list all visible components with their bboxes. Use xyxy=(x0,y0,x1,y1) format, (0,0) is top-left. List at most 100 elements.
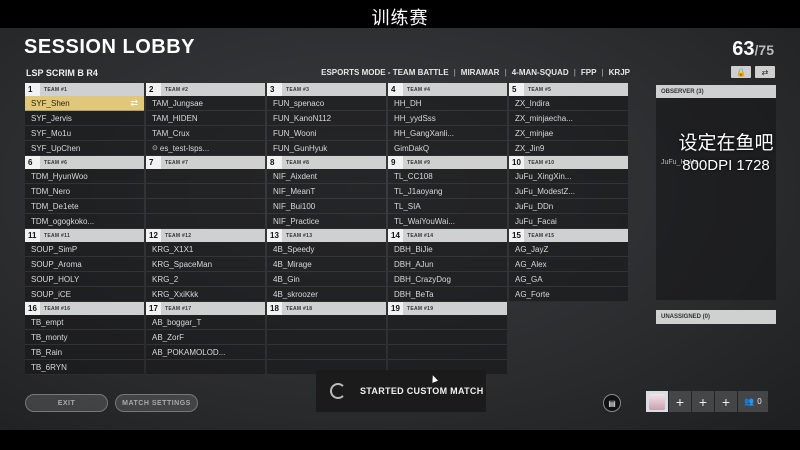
team-header[interactable]: 14 TEAM #14 xyxy=(388,229,507,242)
player-slot[interactable]: TL_SIA xyxy=(388,199,507,214)
player-slot[interactable]: SOUP_Aroma xyxy=(25,257,144,272)
player-slot[interactable]: KRG_X1X1 xyxy=(146,242,265,257)
swap-button[interactable]: ⇄ xyxy=(755,66,775,78)
player-slot[interactable]: ⊙ es_test-lsps... xyxy=(146,141,265,156)
player-slot[interactable]: SOUP_iCE xyxy=(25,287,144,302)
player-slot[interactable]: KRG_2 xyxy=(146,272,265,287)
team-header[interactable]: 7 TEAM #7 xyxy=(146,156,265,169)
player-slot[interactable]: TDM_De1ete xyxy=(25,199,144,214)
unassigned-header[interactable]: UNASSIGNED (0) xyxy=(656,310,776,324)
player-slot[interactable]: SYF_Jervis xyxy=(25,111,144,126)
player-slot[interactable]: SYF_Mo1u xyxy=(25,126,144,141)
invite-slot-button[interactable]: + xyxy=(715,391,737,412)
player-slot[interactable]: TAM_Jungsae xyxy=(146,96,265,111)
lock-button[interactable]: 🔒 xyxy=(731,66,751,78)
avatar[interactable] xyxy=(646,391,668,412)
player-slot[interactable] xyxy=(146,199,265,214)
player-slot[interactable]: JuFu_DDn xyxy=(509,199,628,214)
team-header[interactable]: 16 TEAM #16 xyxy=(25,302,144,315)
player-slot[interactable]: ZX_minjaecha... xyxy=(509,111,628,126)
player-slot[interactable]: TB_empt xyxy=(25,315,144,330)
invite-slot-button[interactable]: + xyxy=(669,391,691,412)
player-slot[interactable]: DBH_CrazyDog xyxy=(388,272,507,287)
team-header[interactable]: 6 TEAM #6 xyxy=(25,156,144,169)
player-slot[interactable]: ZX_Indira xyxy=(509,96,628,111)
team-header[interactable]: 4 TEAM #4 xyxy=(388,83,507,96)
match-settings-button[interactable]: MATCH SETTINGS xyxy=(115,394,198,412)
swap-icon[interactable]: ⇄ xyxy=(130,98,138,109)
player-slot[interactable]: 4B_Speedy xyxy=(267,242,386,257)
player-slot[interactable] xyxy=(267,345,386,360)
player-slot[interactable]: HH_GangXanli... xyxy=(388,126,507,141)
player-slot[interactable]: AG_JayZ xyxy=(509,242,628,257)
player-slot[interactable] xyxy=(267,330,386,345)
player-slot[interactable]: JuFu_XingXin... xyxy=(509,169,628,184)
player-slot[interactable]: AB_ZorF xyxy=(146,330,265,345)
player-slot[interactable]: SOUP_SimP xyxy=(25,242,144,257)
player-slot[interactable] xyxy=(146,184,265,199)
player-slot[interactable]: ZX_minjae xyxy=(509,126,628,141)
player-slot[interactable]: TB_6RYN xyxy=(25,360,144,375)
player-slot[interactable]: TDM_ogogkoko... xyxy=(25,214,144,229)
player-slot[interactable]: SYF_UpChen xyxy=(25,141,144,156)
friends-button[interactable]: 👥 0 xyxy=(738,391,768,412)
team-header[interactable]: 9 TEAM #9 xyxy=(388,156,507,169)
player-slot[interactable]: TAM_HIDEN xyxy=(146,111,265,126)
player-slot[interactable]: FUN_spenaco xyxy=(267,96,386,111)
player-slot[interactable]: 4B_Mirage xyxy=(267,257,386,272)
team-header[interactable]: 15 TEAM #15 xyxy=(509,229,628,242)
player-slot[interactable]: JuFu_Facai xyxy=(509,214,628,229)
player-slot[interactable]: DBH_BeTa xyxy=(388,287,507,302)
player-slot[interactable]: JuFu_ModestZ... xyxy=(509,184,628,199)
player-slot[interactable]: TB_Rain xyxy=(25,345,144,360)
player-slot[interactable]: DBH_BiJie xyxy=(388,242,507,257)
player-slot[interactable] xyxy=(146,169,265,184)
player-slot[interactable]: FUN_Wooni xyxy=(267,126,386,141)
team-header[interactable]: 5 TEAM #5 xyxy=(509,83,628,96)
player-slot[interactable]: NIF_Bui100 xyxy=(267,199,386,214)
team-header[interactable]: 2 TEAM #2 xyxy=(146,83,265,96)
player-slot[interactable]: 4B_Gin xyxy=(267,272,386,287)
player-slot[interactable] xyxy=(146,214,265,229)
player-slot[interactable]: AG_Alex xyxy=(509,257,628,272)
player-slot[interactable]: TL_CC108 xyxy=(388,169,507,184)
player-slot[interactable]: TAM_Crux xyxy=(146,126,265,141)
invite-slot-button[interactable]: + xyxy=(692,391,714,412)
player-slot[interactable]: AG_GA xyxy=(509,272,628,287)
player-slot[interactable]: ZX_Jin9 xyxy=(509,141,628,156)
player-slot[interactable]: HH_yydSss xyxy=(388,111,507,126)
player-slot[interactable]: FUN_KanoN112 xyxy=(267,111,386,126)
team-header[interactable]: 10 TEAM #10 xyxy=(509,156,628,169)
player-slot[interactable] xyxy=(267,315,386,330)
player-slot[interactable]: TL_J1aoyang xyxy=(388,184,507,199)
player-slot[interactable]: AB_boggar_T xyxy=(146,315,265,330)
exit-button[interactable]: EXIT xyxy=(25,394,108,412)
team-header[interactable]: 12 TEAM #12 xyxy=(146,229,265,242)
player-slot[interactable]: DBH_AJun xyxy=(388,257,507,272)
chat-button[interactable]: ▤ xyxy=(603,394,621,412)
player-slot[interactable]: GimDakQ xyxy=(388,141,507,156)
player-slot[interactable]: NIF_Aixdent xyxy=(267,169,386,184)
player-slot[interactable] xyxy=(388,330,507,345)
player-slot[interactable]: TL_WaiYouWai... xyxy=(388,214,507,229)
team-header[interactable]: 11 TEAM #11 xyxy=(25,229,144,242)
player-slot[interactable]: FUN_GunHyuk xyxy=(267,141,386,156)
player-slot[interactable]: TDM_HyunWoo xyxy=(25,169,144,184)
team-header[interactable]: 8 TEAM #8 xyxy=(267,156,386,169)
player-slot[interactable]: TB_monty xyxy=(25,330,144,345)
player-slot[interactable]: AG_Forte xyxy=(509,287,628,302)
player-slot[interactable]: TDM_Nero xyxy=(25,184,144,199)
team-header[interactable]: 18 TEAM #18 xyxy=(267,302,386,315)
player-slot[interactable]: KRG_XxiKkk xyxy=(146,287,265,302)
player-slot[interactable]: SOUP_HOLY xyxy=(25,272,144,287)
player-slot[interactable]: NIF_Practice xyxy=(267,214,386,229)
team-header[interactable]: 13 TEAM #13 xyxy=(267,229,386,242)
player-slot[interactable] xyxy=(388,315,507,330)
player-slot[interactable]: KRG_SpaceMan xyxy=(146,257,265,272)
player-slot[interactable]: AB_POKAMOLOD... xyxy=(146,345,265,360)
player-slot[interactable]: HH_DH xyxy=(388,96,507,111)
player-slot[interactable]: SYF_Shen ⇄ xyxy=(25,96,144,111)
player-slot[interactable] xyxy=(146,360,265,375)
player-slot[interactable] xyxy=(388,345,507,360)
team-header[interactable]: 19 TEAM #19 xyxy=(388,302,507,315)
